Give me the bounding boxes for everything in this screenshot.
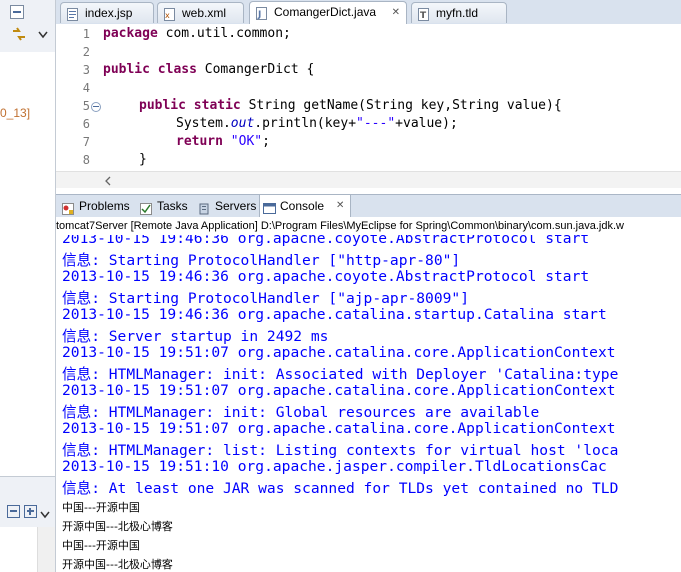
- console-line: 2013-10-15 19:51:10 org.apache.jasper.co…: [62, 458, 607, 475]
- code-line-3: public class ComangerDict {: [103, 62, 314, 77]
- view-menu-icon[interactable]: [40, 508, 50, 519]
- string-literal: "OK": [230, 134, 263, 149]
- tab-label: Tasks: [157, 199, 188, 213]
- code-text: ;: [262, 134, 270, 149]
- svg-text:x: x: [165, 11, 170, 20]
- code-text: ComangerDict {: [196, 62, 315, 77]
- tld-file-icon: T: [418, 7, 430, 21]
- keyword: public: [103, 62, 150, 77]
- console-process-description: tomcat7Server [Remote Java Application] …: [56, 217, 681, 236]
- xml-file-icon: x: [164, 7, 176, 21]
- code-line-8: }: [139, 152, 147, 167]
- left-lower-toolbar: [0, 476, 55, 527]
- code-field: out: [230, 116, 255, 131]
- line-number: 4: [82, 81, 90, 95]
- console-line: 2013-10-15 19:46:36 org.apache.coyote.Ab…: [62, 268, 590, 285]
- editor-horizontal-scrollbar[interactable]: [56, 171, 681, 188]
- console-output-line: 中国---开源中国: [62, 539, 140, 552]
- console-line: 2013-10-15 19:46:36 org.apache.catalina.…: [62, 306, 607, 323]
- link-with-editor-icon[interactable]: [11, 27, 27, 41]
- code-text: com.util.common;: [157, 26, 291, 41]
- console-line: 信息: HTMLManager: init: Associated with D…: [62, 366, 619, 383]
- console-line: 信息: Starting ProtocolHandler ["http-apr-…: [62, 252, 461, 269]
- keyword: static: [193, 98, 241, 113]
- code-text: +value);: [395, 116, 458, 131]
- line-number: 6: [82, 117, 90, 131]
- left-panel-toolbar: [0, 0, 55, 52]
- console-icon: [263, 200, 276, 214]
- line-number: 2: [82, 45, 90, 59]
- scroll-left-icon[interactable]: [104, 175, 112, 186]
- tab-web-xml[interactable]: x web.xml: [157, 2, 244, 23]
- code-line-6: System.out.println(key+"---"+value);: [176, 116, 458, 131]
- tab-label: ComangerDict.java: [274, 5, 377, 19]
- console-output-line: 中国---开源中国: [62, 501, 140, 514]
- tab-tasks[interactable]: Tasks: [137, 195, 193, 217]
- collapse-all-icon[interactable]: [10, 5, 24, 19]
- close-icon[interactable]: ✕: [392, 2, 400, 23]
- tab-label: Problems: [79, 199, 130, 213]
- line-number-gutter: 1 2 3 4 5 6 7 8: [56, 24, 101, 176]
- console-output-line: 开源中国---北极心博客: [62, 558, 173, 571]
- console-line: 信息: Server startup in 2492 ms: [62, 328, 329, 345]
- code-text: String getName(String key,String value){: [240, 98, 562, 113]
- tab-label: Servers: [215, 199, 257, 213]
- code-text: System.: [176, 116, 231, 131]
- keyword: return: [176, 134, 223, 149]
- keyword: class: [157, 62, 197, 77]
- line-number: 1: [82, 27, 90, 41]
- tree-item-fragment[interactable]: 0_13]: [0, 106, 30, 120]
- code-text: .println(key+: [254, 116, 357, 131]
- code-line-1: package com.util.common;: [103, 26, 291, 41]
- tab-index-jsp[interactable]: index.jsp: [60, 2, 154, 23]
- line-number: 5: [82, 99, 90, 113]
- console-line: 2013-10-15 19:46:36 org.apache.coyote.Ab…: [62, 235, 590, 247]
- tab-problems[interactable]: Problems: [59, 195, 135, 217]
- collapse-icon[interactable]: [7, 505, 20, 518]
- servers-icon: [198, 200, 211, 215]
- tab-label: Console: [280, 199, 325, 213]
- tab-label: index.jsp: [85, 6, 133, 20]
- views-tab-bar: Problems Tasks Servers Console ✕: [56, 194, 681, 218]
- console-line: 信息: HTMLManager: init: Global resources …: [62, 404, 540, 421]
- code-text: }: [139, 152, 147, 167]
- jsp-file-icon: [67, 7, 79, 21]
- console-line: 信息: HTMLManager: list: Listing contexts …: [62, 442, 619, 459]
- console-output[interactable]: 2013-10-15 19:46:36 org.apache.coyote.Ab…: [56, 235, 681, 572]
- console-line: 2013-10-15 19:51:07 org.apache.catalina.…: [62, 382, 616, 399]
- svg-text:T: T: [420, 11, 427, 21]
- code-line-7: return "OK";: [176, 134, 270, 149]
- tab-servers[interactable]: Servers: [195, 195, 259, 217]
- java-file-icon: J: [256, 6, 268, 20]
- fold-toggle-icon[interactable]: [91, 102, 101, 112]
- tasks-icon: [140, 200, 153, 215]
- tab-console[interactable]: Console ✕: [259, 194, 351, 217]
- expand-icon[interactable]: [24, 505, 37, 518]
- console-line: 2013-10-15 19:51:07 org.apache.catalina.…: [62, 344, 616, 361]
- tab-label: web.xml: [182, 6, 227, 20]
- problems-icon: [62, 200, 75, 215]
- code-line-5: public static String getName(String key,…: [139, 98, 562, 113]
- console-line: 2013-10-15 19:51:07 org.apache.catalina.…: [62, 420, 616, 437]
- console-output-line: 开源中国---北极心博客: [62, 520, 173, 533]
- view-menu-icon[interactable]: [38, 28, 48, 39]
- left-lower-scrollbar[interactable]: [37, 527, 55, 572]
- line-number: 3: [82, 63, 90, 77]
- keyword: public: [139, 98, 186, 113]
- tab-comanger-dict-java[interactable]: J ComangerDict.java ✕: [249, 1, 407, 24]
- keyword: package: [103, 26, 158, 41]
- tab-myfn-tld[interactable]: T myfn.tld: [411, 2, 507, 23]
- console-line: 信息: At least one JAR was scanned for TLD…: [62, 480, 619, 497]
- line-number: 8: [82, 153, 90, 167]
- line-number: 7: [82, 135, 90, 149]
- close-icon[interactable]: ✕: [336, 195, 344, 217]
- editor-tab-bar: index.jsp x web.xml J ComangerDict.java …: [56, 0, 681, 25]
- string-literal: "---": [356, 116, 396, 131]
- tab-label: myfn.tld: [436, 6, 479, 20]
- console-line: 信息: Starting ProtocolHandler ["ajp-apr-8…: [62, 290, 469, 307]
- svg-text:J: J: [257, 10, 261, 20]
